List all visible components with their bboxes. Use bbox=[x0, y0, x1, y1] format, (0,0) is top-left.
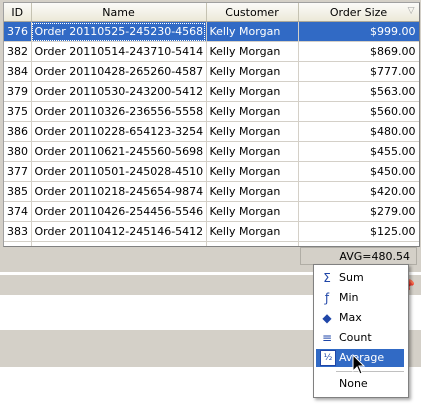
orders-table: ID Name Customer Order Size ▽ 376 Order 2… bbox=[4, 3, 419, 246]
cell-name[interactable]: Order 20110621-245560-5698 bbox=[31, 141, 207, 162]
cell-name[interactable]: Order 20110228-654123-3254 bbox=[31, 121, 207, 142]
cell-name[interactable]: Order 20110218-245654-9874 bbox=[31, 181, 207, 202]
cell-name[interactable]: Order 20110326-244510-5632 bbox=[31, 241, 207, 246]
min-icon: ƒ bbox=[324, 291, 330, 305]
table-row[interactable]: 376 Order 20110525-245230-4568 Kelly Morga… bbox=[4, 21, 419, 42]
cell-name[interactable]: Order 20110514-243710-5414 bbox=[31, 41, 207, 62]
cell-customer[interactable]: Kelly Morgan bbox=[206, 181, 299, 202]
column-header-order-size-label: Order Size bbox=[329, 5, 388, 19]
cell-name[interactable]: Order 20110412-245146-5412 bbox=[31, 221, 207, 242]
header-row: ID Name Customer Order Size ▽ bbox=[4, 3, 419, 22]
cell-id[interactable]: 385 bbox=[4, 181, 32, 202]
table-row[interactable]: 385 Order 20110218-245654-9874 Kelly Morga… bbox=[4, 181, 419, 202]
table-row[interactable]: 374 Order 20110426-254456-5546 Kelly Morga… bbox=[4, 201, 419, 222]
cell-id[interactable]: 376 bbox=[4, 21, 32, 42]
cell-order-size[interactable]: $560.00 bbox=[298, 101, 419, 122]
cell-name[interactable]: Order 20110525-245230-4568 bbox=[31, 21, 207, 42]
cell-id[interactable]: 380 bbox=[4, 141, 32, 162]
average-icon: ½ bbox=[320, 350, 336, 366]
menu-item-max[interactable]: ◆ Max bbox=[316, 309, 404, 327]
table-row[interactable]: 384 Order 20110428-265260-4587 Kelly Morga… bbox=[4, 61, 419, 82]
summary-cell[interactable]: AVG=480.54 bbox=[300, 247, 417, 265]
cell-customer[interactable]: Kelly Morgan bbox=[206, 61, 299, 82]
menu-item-min[interactable]: ƒ Min bbox=[316, 289, 404, 307]
cell-name[interactable]: Order 20110501-245028-4510 bbox=[31, 161, 207, 182]
cell-name[interactable]: Order 20110530-243200-5412 bbox=[31, 81, 207, 102]
table-row[interactable]: 386 Order 20110228-654123-3254 Kelly Morga… bbox=[4, 121, 419, 142]
cell-id[interactable]: 384 bbox=[4, 61, 32, 82]
grid-body: 376 Order 20110525-245230-4568 Kelly Morga… bbox=[4, 21, 419, 246]
grid-panel: ID Name Customer Order Size ▽ 376 Order 2… bbox=[0, 0, 421, 272]
cell-id[interactable]: 381 bbox=[4, 241, 32, 246]
column-header-name[interactable]: Name bbox=[31, 3, 207, 22]
cell-order-size[interactable]: $450.00 bbox=[298, 161, 419, 182]
cell-customer[interactable]: Kelly Morgan bbox=[206, 141, 299, 162]
mouse-cursor-icon bbox=[352, 354, 366, 375]
cell-customer[interactable]: Kelly Morgan bbox=[206, 121, 299, 142]
menu-item-none[interactable]: None bbox=[316, 375, 404, 393]
column-header-customer[interactable]: Customer bbox=[206, 3, 299, 22]
table-row[interactable]: 383 Order 20110412-245146-5412 Kelly Morga… bbox=[4, 221, 419, 242]
menu-item-count[interactable]: ≡ Count bbox=[316, 329, 404, 347]
max-icon: ◆ bbox=[322, 311, 332, 325]
cell-customer[interactable]: Kelly Morgan bbox=[206, 161, 299, 182]
cell-customer[interactable]: Kelly Morgan bbox=[206, 81, 299, 102]
column-header-id[interactable]: ID bbox=[4, 3, 32, 22]
cell-order-size[interactable]: $999.00 bbox=[298, 21, 419, 42]
cell-id[interactable]: 386 bbox=[4, 121, 32, 142]
cell-order-size[interactable]: $279.00 bbox=[298, 201, 419, 222]
column-header-order-size[interactable]: Order Size ▽ bbox=[298, 3, 419, 22]
table-row[interactable]: 377 Order 20110501-245028-4510 Kelly Morga… bbox=[4, 161, 419, 182]
cell-order-size[interactable]: $777.00 bbox=[298, 61, 419, 82]
menu-item-sum-label: Sum bbox=[339, 271, 364, 284]
cell-customer[interactable]: Kelly Morgan bbox=[206, 101, 299, 122]
count-icon: ≡ bbox=[321, 331, 333, 345]
menu-separator bbox=[336, 371, 404, 372]
sigma-icon: Σ bbox=[323, 271, 331, 285]
orders-grid: ID Name Customer Order Size ▽ 376 Order 2… bbox=[3, 2, 420, 247]
summary-context-menu: Σ Sum ƒ Min ◆ Max ≡ Count ½ Average None bbox=[313, 264, 409, 398]
table-row[interactable]: 379 Order 20110530-243200-5412 Kelly Morga… bbox=[4, 81, 419, 102]
menu-item-count-label: Count bbox=[339, 331, 372, 344]
cell-order-size[interactable]: $563.00 bbox=[298, 81, 419, 102]
cell-order-size[interactable]: $869.00 bbox=[298, 41, 419, 62]
cell-id[interactable]: 383 bbox=[4, 221, 32, 242]
cell-id[interactable]: 375 bbox=[4, 101, 32, 122]
cell-customer[interactable]: Kelly Morgan bbox=[206, 21, 299, 42]
table-row[interactable]: 382 Order 20110514-243710-5414 Kelly Morga… bbox=[4, 41, 419, 62]
cell-name[interactable]: Order 20110426-254456-5546 bbox=[31, 201, 207, 222]
menu-item-min-label: Min bbox=[339, 291, 359, 304]
menu-item-none-label: None bbox=[339, 377, 368, 390]
menu-item-max-label: Max bbox=[339, 311, 362, 324]
cell-customer[interactable]: Kelly Morgan bbox=[206, 201, 299, 222]
table-row[interactable]: 380 Order 20110621-245560-5698 Kelly Morga… bbox=[4, 141, 419, 162]
cell-id[interactable]: 379 bbox=[4, 81, 32, 102]
cell-name[interactable]: Order 20110326-236556-5558 bbox=[31, 101, 207, 122]
cell-order-size[interactable]: $125.00 bbox=[298, 221, 419, 242]
cell-order-size[interactable]: $480.00 bbox=[298, 121, 419, 142]
sort-descending-icon: ▽ bbox=[407, 6, 415, 16]
cell-id[interactable]: 377 bbox=[4, 161, 32, 182]
cell-customer[interactable]: Kelly Morgan bbox=[206, 241, 299, 246]
cell-order-size[interactable]: $420.00 bbox=[298, 181, 419, 202]
cell-order-size[interactable]: $455.00 bbox=[298, 141, 419, 162]
cell-customer[interactable]: Kelly Morgan bbox=[206, 41, 299, 62]
table-row[interactable]: 375 Order 20110326-236556-5558 Kelly Morga… bbox=[4, 101, 419, 122]
cell-customer[interactable]: Kelly Morgan bbox=[206, 221, 299, 242]
menu-item-sum[interactable]: Σ Sum bbox=[316, 269, 404, 287]
cell-id[interactable]: 374 bbox=[4, 201, 32, 222]
cell-name[interactable]: Order 20110428-265260-4587 bbox=[31, 61, 207, 82]
cell-id[interactable]: 382 bbox=[4, 41, 32, 62]
